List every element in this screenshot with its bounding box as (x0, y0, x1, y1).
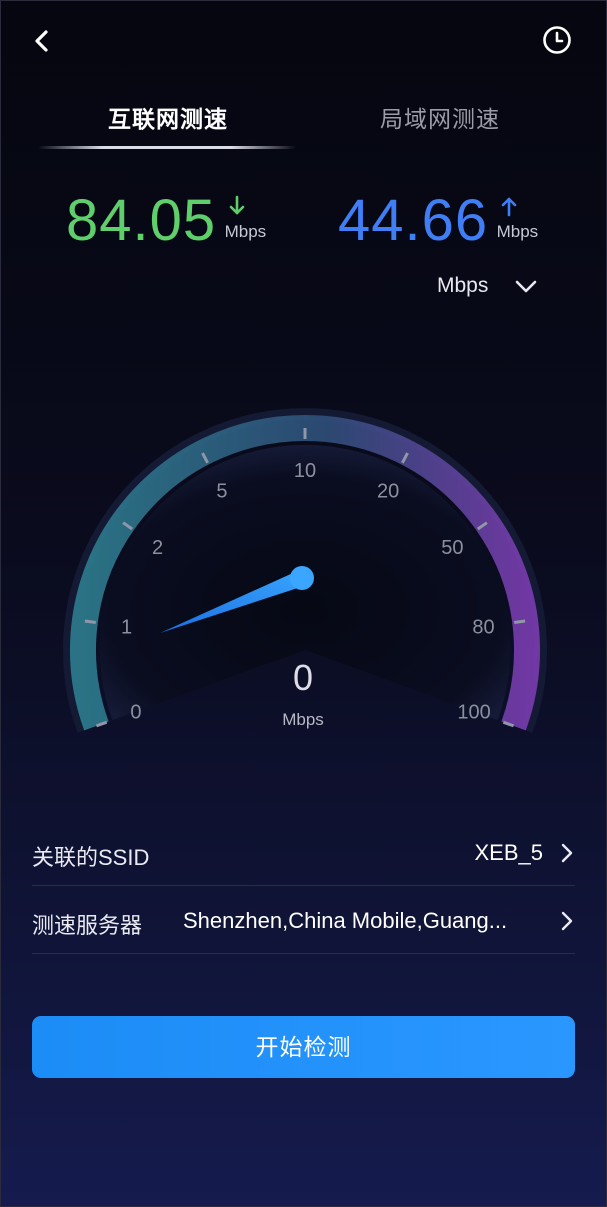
arrow-down-icon (229, 195, 244, 215)
speed-results: 84.05 Mbps 44.66 Mbps (0, 186, 607, 256)
gauge-unit: Mbps (282, 710, 324, 729)
start-test-button[interactable]: 开始检测 (32, 1016, 575, 1078)
unit-selector[interactable]: Mbps (437, 274, 537, 304)
active-tab-indicator (38, 146, 296, 149)
gauge-scale-label: 5 (216, 480, 227, 502)
chevron-right-icon (561, 911, 573, 931)
server-row[interactable]: 测速服务器 Shenzhen,China Mobile,Guang... (32, 888, 575, 954)
gauge-scale-label: 80 (472, 617, 494, 639)
gauge-scale-label: 1 (121, 617, 132, 639)
tab-lan-speedtest[interactable]: 局域网测速 (380, 100, 500, 134)
gauge-tick (84, 619, 97, 624)
gauge-scale-label: 0 (130, 702, 141, 724)
speedtest-tabs: 互联网测速 局域网测速 (0, 96, 607, 156)
arrow-up-icon (501, 197, 516, 217)
download-speed-meta: Mbps (225, 186, 281, 256)
upload-speed-unit: Mbps (496, 222, 539, 241)
gauge-scale-label: 100 (457, 702, 490, 724)
clock-icon (543, 26, 571, 54)
gauge-scale-label: 10 (294, 460, 316, 482)
server-value: Shenzhen,China Mobile,Guang... (183, 908, 508, 933)
download-speed-unit: Mbps (224, 222, 267, 241)
ssid-row[interactable]: 关联的SSID XEB_5 (32, 820, 575, 886)
ssid-value: XEB_5 (474, 840, 544, 865)
top-bar (0, 20, 607, 64)
chevron-left-icon (35, 30, 48, 52)
speed-gauge: 0 1 2 5 10 20 50 80 100 0 Mbps (63, 408, 547, 733)
ssid-label: 关联的SSID (32, 845, 150, 870)
unit-selector-value: Mbps (437, 274, 489, 297)
upload-speed-meta: Mbps (497, 186, 553, 256)
gauge-needle-hub (290, 566, 314, 590)
gauge-scale-label: 50 (441, 537, 463, 559)
chevron-down-icon (515, 280, 537, 293)
back-button[interactable] (26, 24, 58, 58)
server-label: 测速服务器 (32, 913, 143, 938)
gauge-scale-label: 2 (152, 537, 163, 559)
chevron-right-icon (561, 843, 573, 863)
gauge-current-value: 0 (293, 657, 313, 698)
start-test-button-label: 开始检测 (255, 1034, 352, 1060)
upload-speed-value: 44.66 (338, 188, 489, 253)
gauge-scale-label: 20 (377, 480, 399, 502)
download-speed: 84.05 Mbps (66, 186, 281, 256)
download-speed-value: 84.05 (66, 188, 217, 253)
upload-speed: 44.66 Mbps (338, 186, 553, 256)
gauge-tick (513, 619, 526, 624)
tab-internet-speedtest[interactable]: 互联网测速 (108, 100, 228, 134)
history-button[interactable] (541, 24, 573, 56)
